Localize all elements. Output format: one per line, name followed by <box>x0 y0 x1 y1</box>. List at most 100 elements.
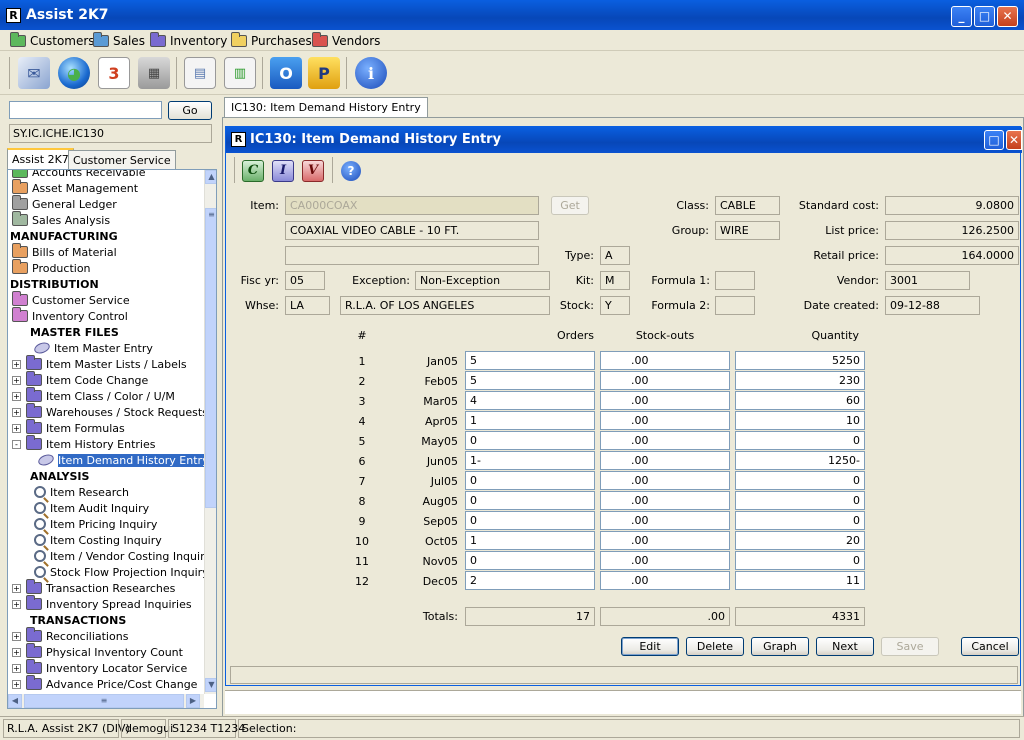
quantity-cell[interactable]: 10 <box>735 411 865 430</box>
customer-lookup-icon[interactable]: C <box>242 160 264 182</box>
quantity-cell[interactable]: 20 <box>735 531 865 550</box>
tree-item[interactable]: + Warehouses / Stock Requests <box>8 403 204 420</box>
go-button[interactable]: Go <box>168 101 212 120</box>
orders-cell[interactable]: 2 <box>465 571 595 590</box>
tree-item[interactable]: Item Costing Inquiry <box>8 532 162 548</box>
scroll-down-icon[interactable]: ▼ <box>205 678 216 692</box>
stockouts-cell[interactable]: .00 <box>600 491 730 510</box>
tree-item[interactable]: Production <box>8 259 91 276</box>
mail-icon[interactable]: ✉ <box>18 57 50 89</box>
tree-item[interactable]: General Ledger <box>8 195 117 212</box>
expand-icon[interactable]: + <box>12 407 21 417</box>
tree-item[interactable]: Bills of Material <box>8 243 117 260</box>
quantity-cell[interactable]: 0 <box>735 551 865 570</box>
tree-item[interactable]: Stock Flow Projection Inquiry <box>8 564 204 580</box>
tab-customer-service[interactable]: Customer Service <box>68 150 176 169</box>
edit-button[interactable]: Edit <box>621 637 679 656</box>
calculator-icon[interactable]: ▦ <box>138 57 170 89</box>
tree-item[interactable]: + Transaction Researches <box>8 579 175 596</box>
tree-item[interactable]: + Item Code Change <box>8 371 148 388</box>
expand-icon[interactable]: + <box>12 679 21 689</box>
delete-button[interactable]: Delete <box>686 637 744 656</box>
tree-item[interactable]: Customer Service <box>8 291 130 308</box>
orders-cell[interactable]: 0 <box>465 511 595 530</box>
form-maximize-icon[interactable]: □ <box>984 130 1004 150</box>
tree-item[interactable]: + Advance Price/Cost Change <box>8 675 197 692</box>
publisher-icon[interactable]: P <box>308 57 340 89</box>
stockouts-cell[interactable]: .00 <box>600 391 730 410</box>
cancel-button[interactable]: Cancel <box>961 637 1019 656</box>
stockouts-cell[interactable]: .00 <box>600 411 730 430</box>
outlook-icon[interactable]: O <box>270 57 302 89</box>
form-close-icon[interactable]: ✕ <box>1006 130 1022 150</box>
scroll-right-icon[interactable]: ▶ <box>186 694 200 708</box>
expand-icon[interactable]: + <box>12 583 21 593</box>
quantity-cell[interactable]: 0 <box>735 491 865 510</box>
orders-cell[interactable]: 4 <box>465 391 595 410</box>
expand-icon[interactable]: + <box>12 375 21 385</box>
expand-icon[interactable]: + <box>12 423 21 433</box>
scroll-thumb[interactable]: ≡ <box>205 208 216 508</box>
search-input[interactable] <box>9 101 162 119</box>
spreadsheet-icon[interactable]: ▥ <box>224 57 256 89</box>
tree-item[interactable]: Item Demand History Entry <box>8 452 204 468</box>
tree-item[interactable]: + Physical Inventory Count <box>8 643 183 660</box>
menu-inventory[interactable]: Inventory <box>150 31 227 49</box>
tab-assist-2k7[interactable]: Assist 2K7 <box>7 148 74 169</box>
tab-ic130[interactable]: IC130: Item Demand History Entry <box>224 97 428 117</box>
expand-icon[interactable]: + <box>12 663 21 673</box>
menu-sales[interactable]: Sales <box>93 31 145 49</box>
tree-item[interactable]: + Reconciliations <box>8 627 128 644</box>
menu-purchases[interactable]: Purchases <box>231 31 312 49</box>
stockouts-cell[interactable]: .00 <box>600 531 730 550</box>
quantity-cell[interactable]: 0 <box>735 511 865 530</box>
orders-cell[interactable]: 1 <box>465 531 595 550</box>
minimize-icon[interactable]: _ <box>951 6 972 27</box>
quantity-cell[interactable]: 0 <box>735 431 865 450</box>
next-button[interactable]: Next <box>816 637 874 656</box>
stockouts-cell[interactable]: .00 <box>600 471 730 490</box>
quantity-cell[interactable]: 0 <box>735 471 865 490</box>
scroll-up-icon[interactable]: ▲ <box>205 170 216 184</box>
report-icon[interactable]: ▤ <box>184 57 216 89</box>
get-button[interactable]: Get <box>551 196 589 215</box>
expand-icon[interactable]: + <box>12 359 21 369</box>
horizontal-scrollbar[interactable]: ◀ ≡ ▶ <box>8 694 204 708</box>
orders-cell[interactable]: 0 <box>465 431 595 450</box>
orders-cell[interactable]: 0 <box>465 471 595 490</box>
item-lookup-icon[interactable]: I <box>272 160 294 182</box>
expand-icon[interactable]: + <box>12 631 21 641</box>
quantity-cell[interactable]: 60 <box>735 391 865 410</box>
tree-item[interactable]: Asset Management <box>8 179 138 196</box>
tree-item[interactable]: + Inventory Spread Inquiries <box>8 595 192 612</box>
save-button[interactable]: Save <box>881 637 939 656</box>
stockouts-cell[interactable]: .00 <box>600 371 730 390</box>
orders-cell[interactable]: 1 <box>465 411 595 430</box>
tree-item[interactable]: + Inventory Locator Service <box>8 659 187 676</box>
tree-item[interactable]: + Item Formulas <box>8 419 125 436</box>
orders-cell[interactable]: 5 <box>465 371 595 390</box>
tree-item[interactable]: Sales Analysis <box>8 211 110 228</box>
quantity-cell[interactable]: 5250 <box>735 351 865 370</box>
calendar-icon[interactable]: 3 <box>98 57 130 89</box>
stockouts-cell[interactable]: .00 <box>600 551 730 570</box>
info-icon[interactable]: i <box>355 57 387 89</box>
vendor-lookup-icon[interactable]: V <box>302 160 324 182</box>
tree-item[interactable]: Item Research <box>8 484 129 500</box>
quantity-cell[interactable]: 11 <box>735 571 865 590</box>
tree-item[interactable]: - Item History Entries <box>8 435 155 452</box>
stockouts-cell[interactable]: .00 <box>600 351 730 370</box>
globe-icon[interactable]: ◕ <box>58 57 90 89</box>
tree-item[interactable]: Item Audit Inquiry <box>8 500 149 516</box>
expand-icon[interactable]: + <box>12 391 21 401</box>
scroll-left-icon[interactable]: ◀ <box>8 694 22 708</box>
tree-item[interactable]: Item Master Entry <box>8 340 153 356</box>
orders-cell[interactable]: 1- <box>465 451 595 470</box>
quantity-cell[interactable]: 1250- <box>735 451 865 470</box>
quantity-cell[interactable]: 230 <box>735 371 865 390</box>
maximize-icon[interactable]: □ <box>974 6 995 27</box>
expand-icon[interactable]: + <box>12 647 21 657</box>
vertical-scrollbar[interactable]: ▲ ≡ ▼ <box>204 170 216 694</box>
orders-cell[interactable]: 0 <box>465 551 595 570</box>
stockouts-cell[interactable]: .00 <box>600 431 730 450</box>
